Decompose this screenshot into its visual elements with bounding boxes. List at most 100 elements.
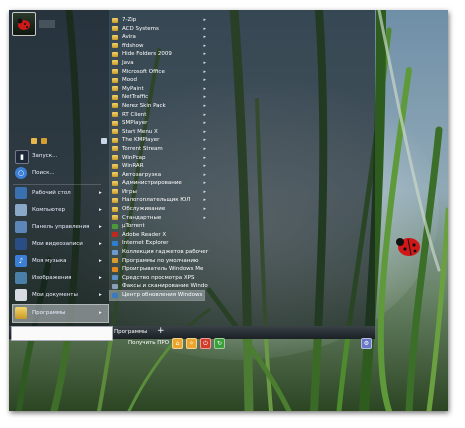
app-icon — [112, 283, 118, 289]
ladybug-icon — [17, 18, 30, 30]
program-item[interactable]: NetTraffic ▸ — [110, 93, 206, 102]
program-item[interactable]: Adobe Reader X — [110, 231, 204, 240]
pictures-item[interactable]: Изображения — [32, 275, 71, 281]
program-item[interactable]: Microsoft Office ▸ — [110, 68, 206, 77]
programs-item[interactable]: Программы — [32, 310, 65, 316]
run-item[interactable]: Запуск... — [32, 153, 57, 159]
program-item[interactable]: MyPaint ▸ — [110, 85, 206, 94]
submenu-arrow-icon: ▸ — [203, 102, 206, 109]
submenu-arrow-icon: ▸ — [203, 180, 206, 187]
program-item[interactable]: Программы по умолчанию — [110, 257, 204, 266]
program-item[interactable]: RT Client ▸ — [110, 111, 206, 120]
program-label: Torrent Stream — [122, 145, 163, 152]
program-item[interactable]: Start Menu X ▸ — [110, 128, 206, 137]
folder-icon — [112, 163, 118, 169]
search-input[interactable] — [11, 326, 113, 341]
submenu-arrow-icon: ▸ — [203, 206, 206, 213]
folder-icon — [112, 86, 118, 92]
tool-icon[interactable] — [41, 138, 47, 144]
computer-item[interactable]: Компьютер — [32, 207, 65, 213]
program-item[interactable]: Стандартные ▸ — [110, 214, 206, 223]
search-item[interactable]: Поиск... — [32, 170, 55, 176]
get-pro-link[interactable]: Получить ПРО — [128, 340, 169, 346]
documents-item[interactable]: Мои документы — [32, 292, 78, 298]
program-item[interactable]: Автозагрузка ▸ — [110, 171, 206, 180]
program-label: ACD Systems — [122, 25, 159, 32]
folder-icon[interactable] — [31, 138, 37, 144]
program-item[interactable]: Средство просмотра XPS — [110, 274, 204, 283]
folder-icon — [112, 43, 118, 49]
music-item[interactable]: Моя музыка — [32, 258, 67, 264]
programs-list: 7-Zip ▸ ACD Systems ▸ Avira ▸ ffdshow ▸ Hide Fol… — [109, 16, 208, 301]
computer-icon — [15, 204, 27, 216]
program-label: Nerez Skin Pack — [122, 102, 166, 109]
program-item[interactable]: Internet Explorer — [110, 239, 204, 248]
program-item[interactable]: Avira ▸ — [110, 33, 206, 42]
program-label: WinPcap — [122, 154, 146, 161]
submenu-arrow-icon: ▸ — [203, 59, 206, 66]
folder-icon — [112, 189, 118, 195]
program-item[interactable]: Обслуживание ▸ — [110, 205, 206, 214]
programs-tab[interactable]: Программы — [114, 329, 147, 335]
program-label: WinRAR — [122, 163, 144, 170]
folder-icon — [112, 129, 118, 135]
program-item[interactable]: SMPlayer ▸ — [110, 119, 206, 128]
program-item[interactable]: Java ▸ — [110, 59, 206, 68]
program-item[interactable]: Налогоплательщик ЮЛ ▸ — [110, 196, 206, 205]
submenu-arrow-icon: ▸ — [203, 171, 206, 178]
submenu-arrow-icon: ▸ — [203, 154, 206, 161]
submenu-arrow-icon: ▸ — [203, 34, 206, 41]
documents-arrow: ▸ — [99, 292, 102, 298]
control-panel-icon — [15, 221, 27, 233]
program-item[interactable]: WinRAR ▸ — [110, 162, 206, 171]
program-item[interactable]: Torrent Stream ▸ — [110, 145, 206, 154]
program-label: Программы по умолчанию — [122, 257, 199, 264]
add-button[interactable]: + — [157, 326, 165, 336]
program-item[interactable]: Nerez Skin Pack ▸ — [110, 102, 206, 111]
program-item[interactable]: Коллекция гаджетов рабочег — [110, 248, 208, 257]
pinned-icons — [31, 137, 121, 147]
sleep-icon[interactable]: ✧ — [186, 338, 197, 349]
program-item[interactable]: Проигрыватель Windows Me — [110, 265, 204, 274]
video-item[interactable]: Мои видеозаписи — [32, 241, 83, 247]
submenu-arrow-icon: ▸ — [203, 137, 206, 144]
app-icon — [112, 240, 118, 246]
program-item[interactable]: Факсы и сканирование Windo — [110, 282, 208, 291]
program-item[interactable]: Администрирование ▸ — [110, 179, 206, 188]
music-icon: ♪ — [15, 255, 27, 267]
program-item[interactable]: WinPcap ▸ — [110, 154, 206, 163]
folder-icon — [112, 137, 118, 143]
program-label: Администрирование — [122, 180, 182, 187]
submenu-arrow-icon: ▸ — [203, 111, 206, 118]
app-icon — [112, 275, 118, 281]
program-label: Проигрыватель Windows Me — [122, 266, 204, 273]
program-item[interactable]: Hide Folders 2009 ▸ — [110, 50, 206, 59]
folder-icon — [112, 60, 118, 66]
restart-icon[interactable]: ↻ — [214, 338, 225, 349]
pictures-arrow: ▸ — [99, 275, 102, 281]
settings-icon[interactable]: ⚙ — [361, 338, 372, 349]
program-item[interactable]: The KMPlayer ▸ — [110, 136, 206, 145]
program-item[interactable]: ACD Systems ▸ — [110, 25, 206, 34]
program-item[interactable]: Игры ▸ — [110, 188, 206, 197]
program-item[interactable]: Центр обновления Windows — [109, 290, 205, 301]
lock-icon[interactable]: ⌂ — [172, 338, 183, 349]
program-item[interactable]: 7-Zip ▸ — [110, 16, 206, 25]
power-icon[interactable]: ⏻ — [200, 338, 211, 349]
folder-icon — [112, 197, 118, 203]
video-icon — [15, 238, 27, 250]
submenu-arrow-icon: ▸ — [203, 145, 206, 152]
network-icon[interactable] — [101, 138, 107, 144]
program-label: NetTraffic — [122, 94, 149, 101]
program-item[interactable]: µTorrent — [110, 222, 204, 231]
program-label: Java — [122, 59, 134, 66]
program-label: µTorrent — [122, 223, 145, 230]
user-avatar[interactable] — [12, 12, 36, 36]
program-label: Adobe Reader X — [122, 231, 167, 238]
folder-icon — [112, 77, 118, 83]
program-item[interactable]: ffdshow ▸ — [110, 42, 206, 51]
desktop-item[interactable]: Рабочий стол — [32, 190, 71, 196]
control-panel-item[interactable]: Панель управления — [32, 224, 89, 230]
program-item[interactable]: Mood ▸ — [110, 76, 206, 85]
folder-icon — [112, 172, 118, 178]
